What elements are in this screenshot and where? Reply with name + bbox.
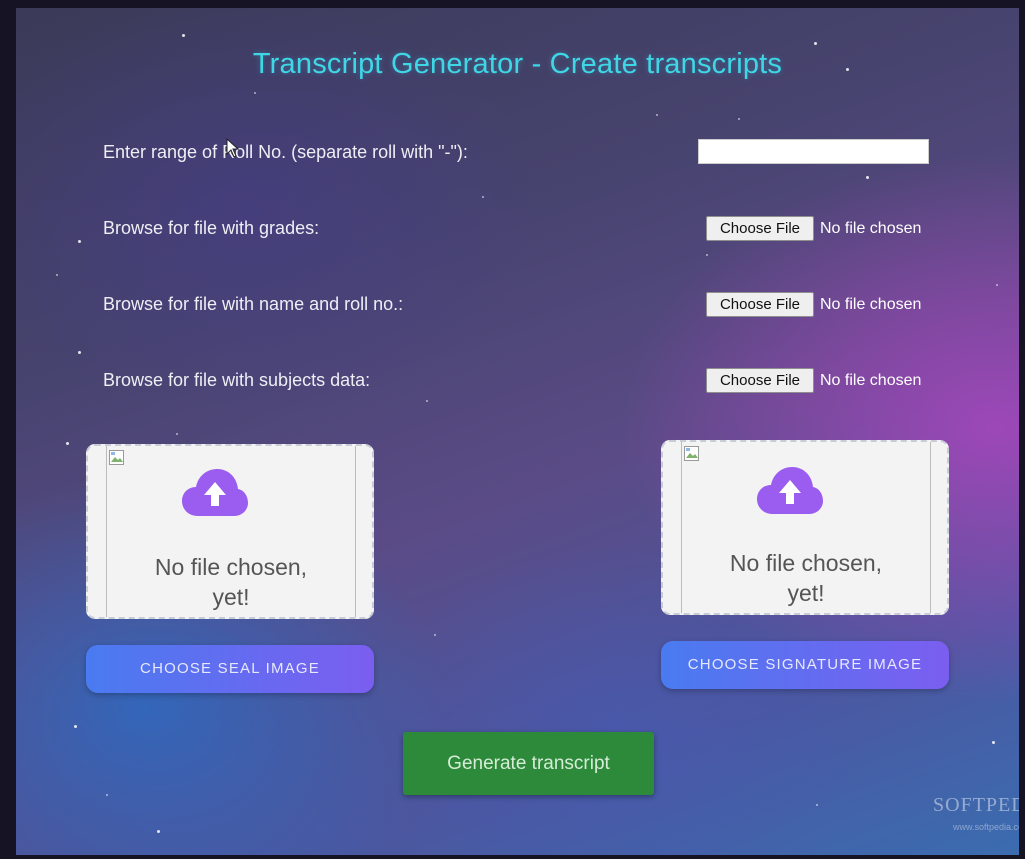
broken-image-icon — [109, 450, 124, 465]
signature-preview: No file chosen, yet! — [681, 442, 931, 613]
background-star — [78, 351, 81, 354]
background-star — [157, 830, 160, 833]
background-star — [816, 804, 818, 806]
cloud-upload-icon — [757, 467, 823, 514]
background-star — [656, 114, 658, 116]
background-star — [56, 274, 58, 276]
background-star — [254, 92, 256, 94]
app-window: Transcript Generator - Create transcript… — [16, 8, 1019, 855]
page-title: Transcript Generator - Create transcript… — [252, 48, 783, 80]
background-star — [434, 634, 436, 636]
grades-file-label: Browse for file with grades: — [103, 218, 320, 238]
names-file-status: No file chosen — [820, 296, 922, 313]
signature-status-line1: No file chosen, — [729, 550, 883, 576]
names-file-label: Browse for file with name and roll no.: — [103, 294, 404, 314]
background-star — [426, 400, 428, 402]
background-star — [996, 284, 998, 286]
background-star — [176, 433, 178, 435]
grades-choose-file-button[interactable]: Choose File — [706, 216, 814, 241]
background-star — [106, 794, 108, 796]
background-star — [706, 254, 708, 256]
seal-status-line1: No file chosen, — [154, 554, 308, 580]
watermark-url: www.softpedia.com — [953, 822, 1019, 832]
background-star — [482, 196, 484, 198]
subjects-choose-file-button[interactable]: Choose File — [706, 368, 814, 393]
background-star — [78, 240, 81, 243]
signature-upload-area[interactable]: No file chosen, yet! — [661, 440, 949, 615]
choose-seal-image-button[interactable]: CHOOSE SEAL IMAGE — [86, 645, 374, 693]
seal-preview: No file chosen, yet! — [106, 446, 356, 617]
roll-range-label: Enter range of Roll No. (separate roll w… — [103, 142, 468, 162]
background-star — [866, 176, 869, 179]
cloud-upload-icon — [182, 469, 248, 516]
roll-range-input[interactable] — [698, 139, 929, 164]
background-star — [814, 42, 817, 45]
choose-signature-image-button[interactable]: CHOOSE SIGNATURE IMAGE — [661, 641, 949, 689]
watermark-brand: SOFTPEDIA — [933, 794, 1019, 816]
signature-status-line2: yet! — [787, 580, 825, 606]
broken-image-icon — [684, 446, 699, 461]
seal-upload-area[interactable]: No file chosen, yet! — [86, 444, 374, 619]
background-star — [74, 725, 77, 728]
mouse-cursor-icon — [226, 138, 240, 158]
background-star — [66, 442, 69, 445]
subjects-file-label: Browse for file with subjects data: — [103, 370, 371, 390]
background-star — [992, 741, 995, 744]
background-star — [738, 118, 740, 120]
grades-file-status: No file chosen — [820, 220, 922, 237]
background-star — [182, 34, 185, 37]
seal-status-line2: yet! — [212, 584, 250, 610]
subjects-file-status: No file chosen — [820, 372, 922, 389]
generate-transcript-button[interactable]: Generate transcript — [403, 732, 654, 795]
names-choose-file-button[interactable]: Choose File — [706, 292, 814, 317]
